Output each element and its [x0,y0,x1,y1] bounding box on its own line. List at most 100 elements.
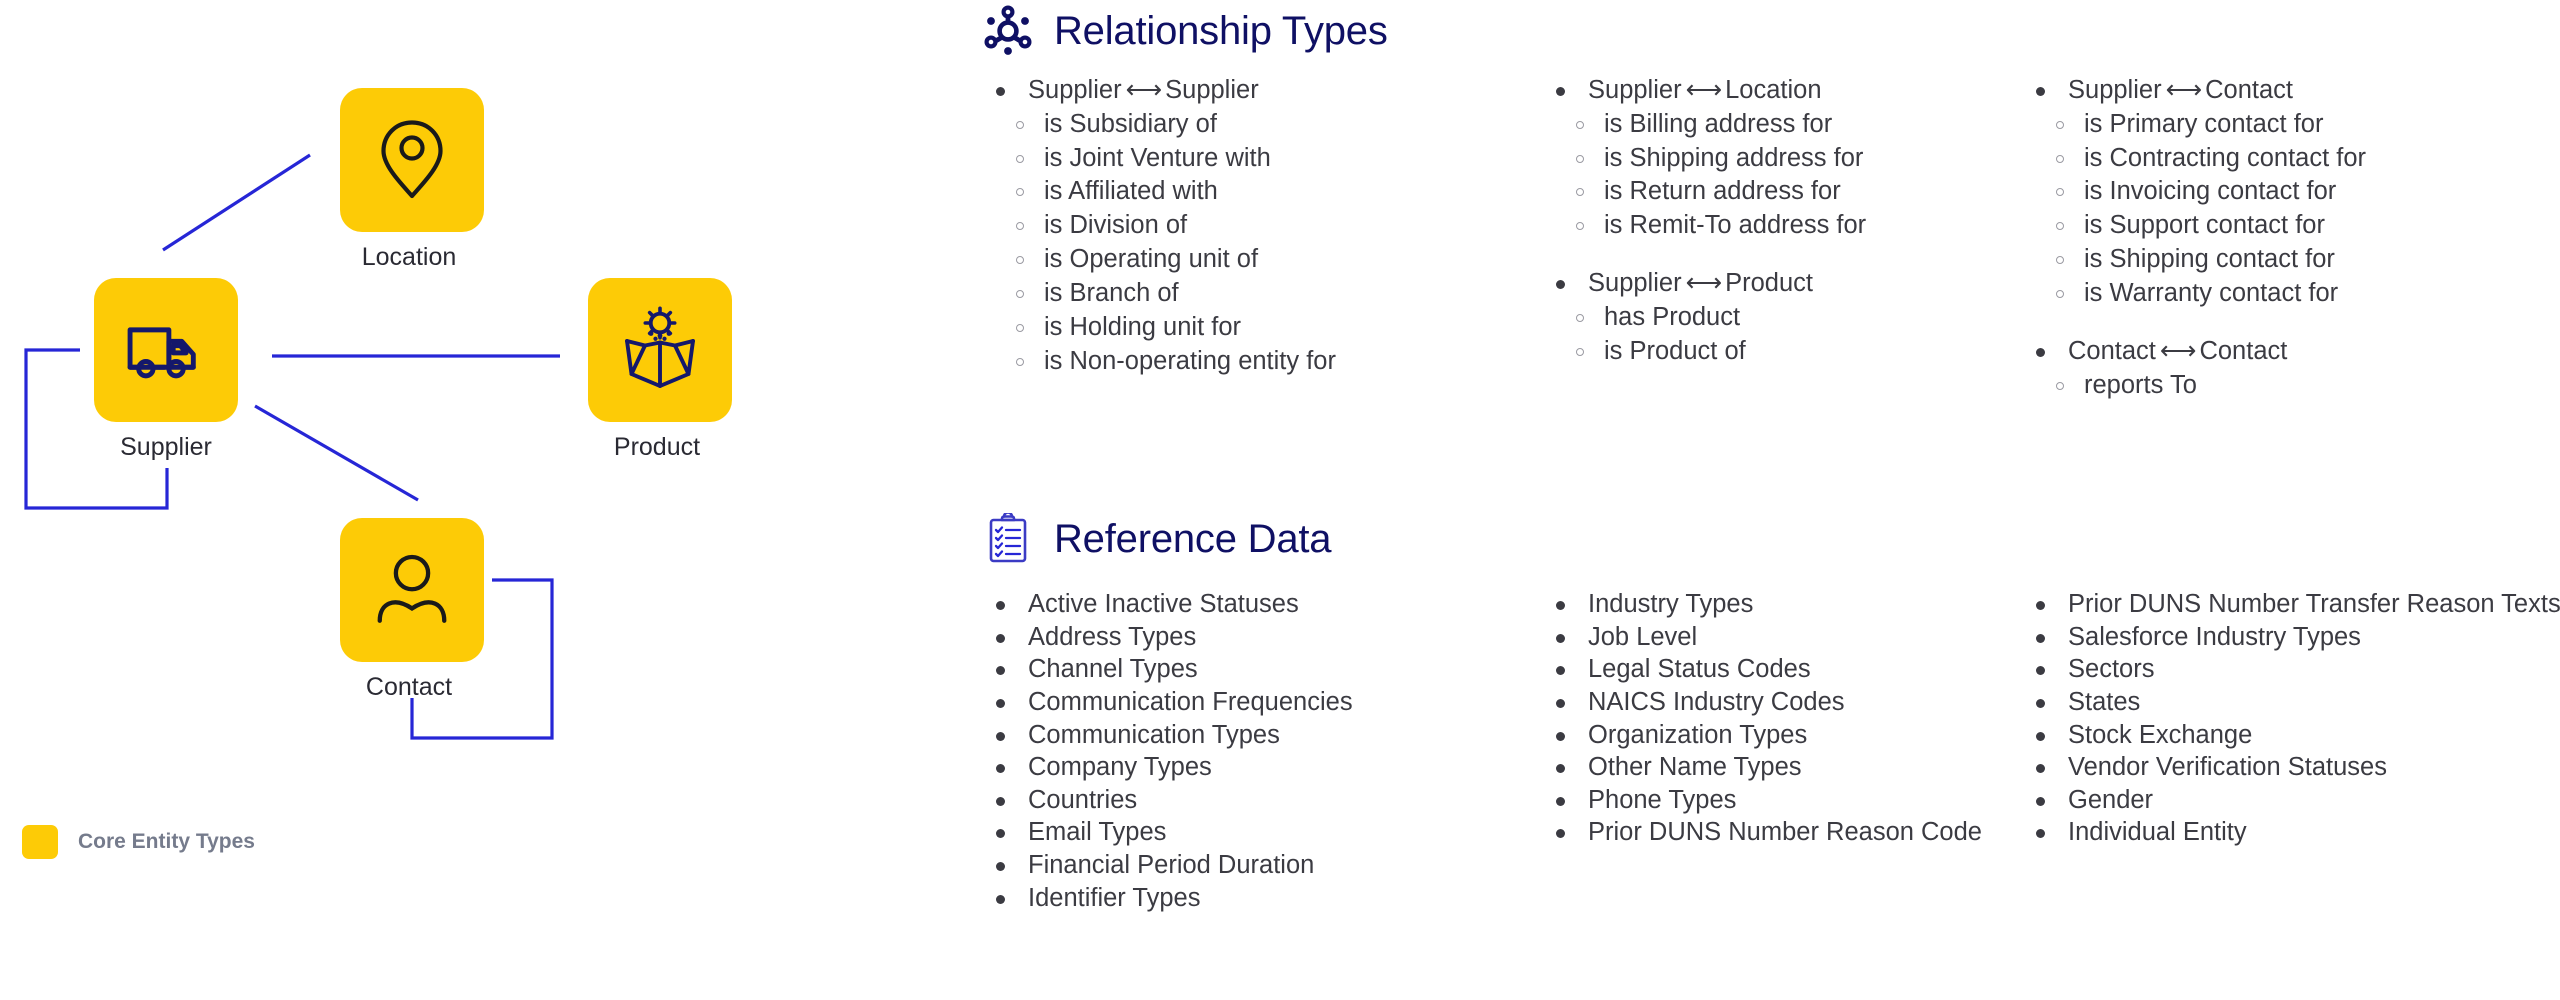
person-icon [377,554,447,623]
relationship-item-list: is Subsidiary of is Joint Venture with i… [982,108,1542,379]
relationship-pair: Supplier ⟷ Supplier [982,74,1542,108]
reference-item-list: Prior DUNS Number Transfer Reason Texts … [2022,588,2560,849]
pair-left: Supplier [1588,269,1682,298]
relationship-item: has Product [1542,301,2022,335]
reference-item: Job Level [1542,621,2022,654]
relationship-item: is Remit-To address for [1542,209,2022,243]
reference-item: NAICS Industry Codes [1542,686,2022,719]
relationship-group: Supplier ⟷ Location is Billing address for… [1542,74,2022,243]
relationship-item: is Non-operating entity for [982,345,1542,379]
reference-item: Channel Types [982,653,1542,686]
reference-column-3: Prior DUNS Number Transfer Reason Texts … [2022,588,2560,914]
core-entity-diagram: Supplier Location Product Contact Core E… [0,0,960,1000]
relationship-types-columns: Supplier ⟷ Supplier is Subsidiary of is Jo… [960,74,2560,403]
relationship-types-header: Relationship Types [960,0,2560,62]
open-box-gear-icon [625,306,695,388]
edge-supplier-location [162,153,311,252]
entity-node-supplier[interactable] [94,278,238,422]
relationship-pair: Supplier ⟷ Location [1542,74,2022,108]
reference-item: Salesforce Industry Types [2022,621,2560,654]
pair-left: Supplier [1028,76,1122,104]
slide-root: Supplier Location Product Contact Core E… [0,0,2560,1000]
legend-label: Core Entity Types [78,830,255,853]
reference-item: Industry Types [1542,588,2022,621]
relationship-item-list: is Primary contact for is Contracting co… [2022,108,2560,311]
relationship-group: Supplier ⟷ Contact is Primary contact for … [2022,74,2560,311]
relationship-item: is Shipping contact for [2022,243,2560,277]
relationship-item: is Subsidiary of [982,108,1542,142]
pair-right: Product [1725,269,1814,298]
pair-arrow: ⟷ [1685,269,1723,298]
legend-swatch-core-entity [22,825,58,859]
reference-item-list: Industry Types Job Level Legal Status Co… [1542,588,2022,849]
entity-label-supplier: Supplier [120,433,212,461]
relationship-group: Contact ⟷ Contact reports To [2022,335,2560,403]
reference-item: Other Name Types [1542,751,2022,784]
reference-data-header: Reference Data [960,508,2560,570]
reference-item: Company Types [982,751,1542,784]
reference-item: Legal Status Codes [1542,653,2022,686]
relationship-pair: Supplier ⟷ Contact [2022,74,2560,108]
relationship-item-list: has Product is Product of [1542,301,2022,369]
relationship-pair: Supplier ⟷ Product [1542,267,2022,301]
pair-left: Supplier [2068,76,2162,104]
pair-right: Location [1725,76,1822,104]
reference-item: Sectors [2022,653,2560,686]
diagram-legend: Core Entity Types [22,825,255,859]
pair-arrow: ⟷ [2165,76,2203,104]
reference-item: Prior DUNS Number Transfer Reason Texts [2022,588,2560,621]
relationship-item: is Return address for [1542,175,2022,209]
relationship-item: is Primary contact for [2022,108,2560,142]
pair-arrow: ⟷ [1685,76,1723,104]
relationship-item: is Product of [1542,335,2022,369]
reference-item: Financial Period Duration [982,849,1542,882]
entity-node-location[interactable] [340,88,484,232]
section-reference-data: Reference Data Active Inactive Statuses … [960,508,2560,914]
relationship-item: is Affiliated with [982,175,1542,209]
reference-item: Phone Types [1542,784,2022,817]
entity-label-location: Location [361,243,457,271]
reference-column-2: Industry Types Job Level Legal Status Co… [1542,588,2022,914]
pair-right: Contact [2199,337,2288,366]
reference-item: Active Inactive Statuses [982,588,1542,621]
content-panel: Relationship Types Supplier ⟷ Supplier is … [960,0,2560,1000]
relationship-item: is Billing address for [1542,108,2022,142]
reference-item: Organization Types [1542,719,2022,752]
reference-item: States [2022,686,2560,719]
reference-item: Countries [982,784,1542,817]
entity-node-product[interactable] [588,278,732,422]
relationship-item-list: reports To [2022,369,2560,403]
relationship-item: is Invoicing contact for [2022,175,2560,209]
relationship-item-list: is Billing address for is Shipping addre… [1542,108,2022,244]
relationship-item: is Holding unit for [982,311,1542,345]
relationship-group: Supplier ⟷ Product has Product is Product … [1542,267,2022,368]
reference-column-1: Active Inactive Statuses Address Types C… [982,588,1542,914]
relationship-types-title: Relationship Types [1054,8,1388,53]
relationship-item: is Joint Venture with [982,142,1542,176]
reference-item: Stock Exchange [2022,719,2560,752]
pair-right: Supplier [1165,76,1259,104]
pair-right: Contact [2205,76,2294,104]
truck-icon [127,327,196,379]
entity-node-contact[interactable] [340,518,484,662]
relationship-item: is Division of [982,209,1542,243]
relationship-item: is Contracting contact for [2022,142,2560,176]
map-pin-icon [381,120,443,199]
reference-data-columns: Active Inactive Statuses Address Types C… [960,588,2560,914]
entity-label-contact: Contact [365,673,453,701]
reference-item: Vendor Verification Statuses [2022,751,2560,784]
relationship-item: is Branch of [982,277,1542,311]
reference-item: Email Types [982,816,1542,849]
relationship-item: is Operating unit of [982,243,1542,277]
relationship-group: Supplier ⟷ Supplier is Subsidiary of is Jo… [982,74,1542,379]
network-hub-icon [984,5,1032,55]
relationship-item: is Shipping address for [1542,142,2022,176]
pair-arrow: ⟷ [1125,76,1163,104]
section-relationship-types: Relationship Types Supplier ⟷ Supplier is … [960,0,2560,403]
reference-item: Gender [2022,784,2560,817]
reference-item: Communication Types [982,719,1542,752]
relationship-item: is Support contact for [2022,209,2560,243]
reference-item: Prior DUNS Number Reason Code [1542,816,2022,849]
reference-item: Individual Entity [2022,816,2560,849]
pair-left: Contact [2068,337,2156,366]
